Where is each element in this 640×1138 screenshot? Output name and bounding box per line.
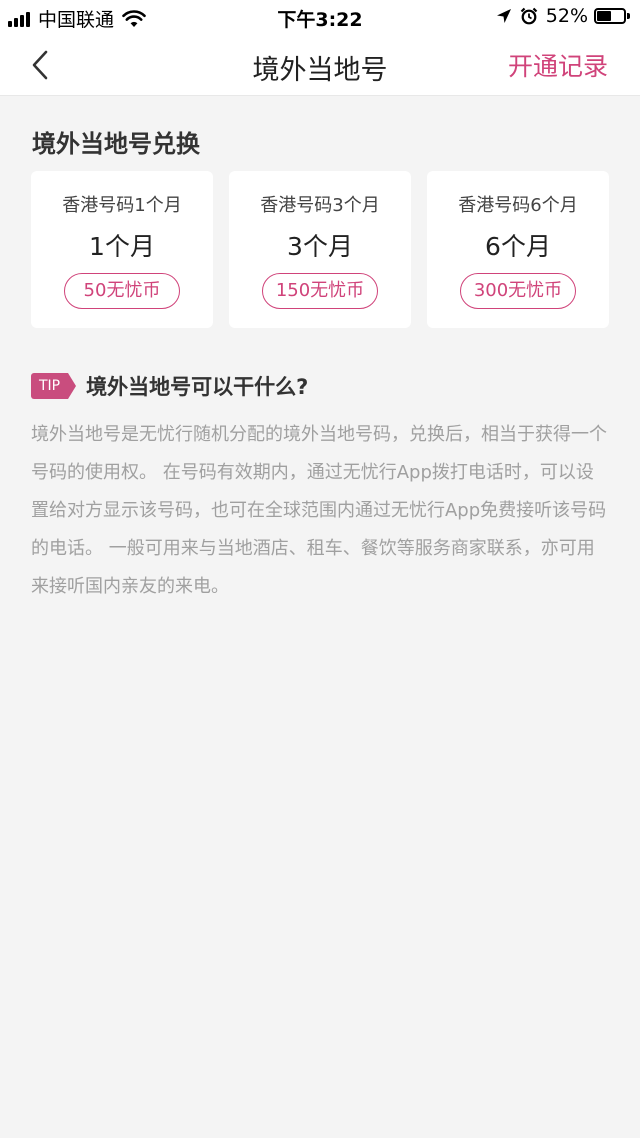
plan-duration: 3个月 bbox=[287, 232, 353, 261]
alarm-icon bbox=[520, 7, 538, 25]
plan-price-button[interactable]: 150无忧币 bbox=[262, 273, 378, 309]
plan-duration: 6个月 bbox=[485, 232, 551, 261]
plan-card-3-month[interactable]: 香港号码3个月 3个月 150无忧币 bbox=[229, 171, 411, 328]
plan-price-button[interactable]: 300无忧币 bbox=[460, 273, 576, 309]
battery-icon bbox=[594, 8, 630, 24]
plan-name: 香港号码1个月 bbox=[62, 195, 182, 216]
battery-percent: 52% bbox=[545, 5, 588, 27]
tip-description: 境外当地号是无忧行随机分配的境外当地号码，兑换后，相当于获得一个号码的使用权。 … bbox=[31, 424, 607, 597]
location-arrow-icon bbox=[496, 9, 511, 23]
tip-header: TIP 境外当地号可以干什么? bbox=[31, 371, 308, 401]
tip-title: 境外当地号可以干什么? bbox=[86, 375, 309, 399]
plan-price-button[interactable]: 50无忧币 bbox=[64, 273, 180, 309]
activation-records-link[interactable]: 开通记录 bbox=[508, 47, 608, 83]
plan-name: 香港号码6个月 bbox=[458, 195, 578, 216]
status-bar: 中国联通 下午3:22 52% bbox=[0, 0, 640, 34]
plan-name: 香港号码3个月 bbox=[260, 195, 380, 216]
battery-fill bbox=[597, 11, 611, 21]
plan-duration: 1个月 bbox=[89, 232, 155, 261]
section-title: 境外当地号兑换 bbox=[32, 130, 200, 158]
status-right: 52% bbox=[496, 5, 630, 27]
nav-bar: 境外当地号 开通记录 bbox=[0, 34, 640, 96]
plan-card-6-month[interactable]: 香港号码6个月 6个月 300无忧币 bbox=[427, 171, 609, 328]
tip-badge: TIP bbox=[31, 373, 77, 399]
plan-cards: 香港号码1个月 1个月 50无忧币 香港号码3个月 3个月 150无忧币 香港号… bbox=[31, 171, 609, 328]
plan-card-1-month[interactable]: 香港号码1个月 1个月 50无忧币 bbox=[31, 171, 213, 328]
